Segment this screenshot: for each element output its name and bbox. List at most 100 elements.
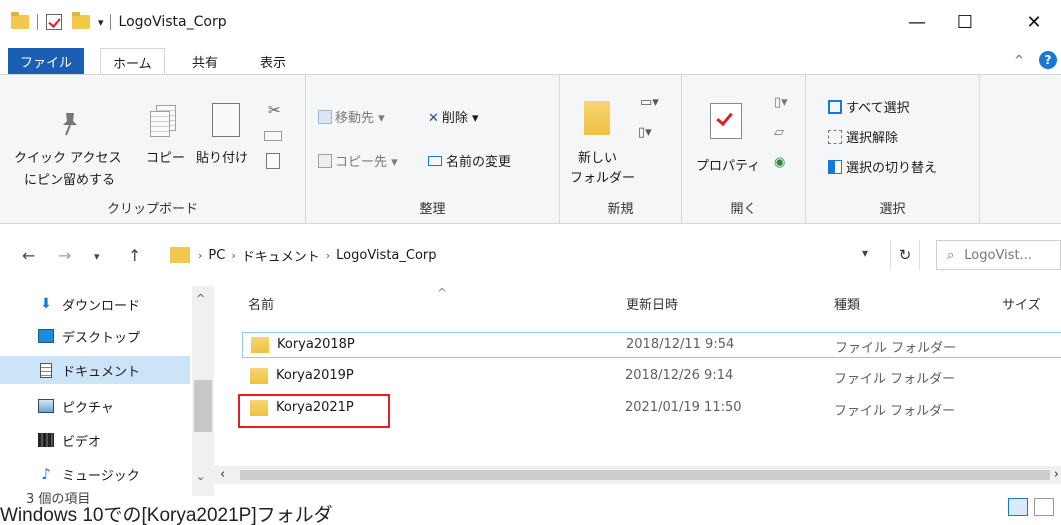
delete-button[interactable]: ✕ 削除 ▾ xyxy=(428,107,479,126)
move-to-button[interactable]: 移動先 ▾ xyxy=(318,107,385,126)
scroll-left-icon[interactable]: ‹ xyxy=(220,467,225,482)
pictures-icon xyxy=(38,399,54,413)
large-icons-view-icon[interactable] xyxy=(1034,498,1054,516)
sidebar-item-label: デスクトップ xyxy=(62,330,141,346)
copy-button[interactable]: コピー xyxy=(146,147,185,166)
move-to-icon xyxy=(318,110,332,124)
history-icon[interactable]: ◉ xyxy=(774,155,785,170)
copy-path-icon[interactable] xyxy=(264,131,282,141)
breadcrumb-logovista-corp[interactable]: LogoVista_Corp xyxy=(336,248,436,263)
horizontal-scrollbar[interactable]: ‹ › xyxy=(214,466,1061,484)
recent-locations-icon[interactable]: ▾ xyxy=(94,250,100,263)
maximize-button[interactable]: ☐ xyxy=(945,8,985,36)
copy-to-icon xyxy=(318,154,332,168)
scroll-up-icon[interactable]: ^ xyxy=(196,292,205,305)
cut-icon[interactable]: ✂ xyxy=(268,101,281,119)
table-row[interactable]: Korya2018P 2018/12/11 9:54 ファイル フォルダー xyxy=(242,332,1061,358)
breadcrumb-documents[interactable]: ドキュメント xyxy=(242,246,320,265)
sidebar-item-label: ドキュメント xyxy=(62,364,141,380)
details-view-icon[interactable] xyxy=(1008,498,1028,516)
edit-icon[interactable]: ▱ xyxy=(774,125,784,140)
videos-icon xyxy=(38,433,54,447)
refresh-icon[interactable]: ↻ xyxy=(890,240,920,270)
open-icon[interactable]: ▯▾ xyxy=(774,95,788,110)
clipboard-group-label: クリップボード xyxy=(106,202,198,217)
file-name: Korya2018P xyxy=(277,337,355,352)
desktop-icon xyxy=(38,329,54,343)
new-group-label: 新規 xyxy=(607,202,634,217)
up-arrow-icon[interactable]: ↑ xyxy=(128,246,141,265)
sidebar-item-label: ミュージック xyxy=(62,468,140,484)
sidebar-item-documents[interactable]: ドキュメント xyxy=(0,356,190,384)
figure-caption: Windows 10での[Korya2021P]フォルダ xyxy=(0,505,333,525)
tab-share[interactable]: 共有 xyxy=(180,48,230,74)
title-bar: ▾ LogoVista_Corp — ☐ ✕ xyxy=(0,0,1061,44)
collapse-ribbon-icon[interactable]: ^ xyxy=(1014,53,1024,67)
sidebar-scroll-thumb[interactable] xyxy=(194,380,212,432)
select-none-button[interactable]: 選択解除 xyxy=(828,127,898,146)
sidebar-item-label: ダウンロード xyxy=(62,298,141,314)
new-folder-label-1[interactable]: 新しい xyxy=(578,147,617,166)
column-header-type[interactable]: 種類 xyxy=(834,294,860,313)
new-group: ▭▾ ▯▾ 新しい フォルダー 新規 xyxy=(560,75,682,223)
paste-icon xyxy=(212,103,240,137)
close-button[interactable]: ✕ xyxy=(1014,8,1054,36)
pin-quick-access-label-2[interactable]: にピン留めする xyxy=(24,169,115,188)
ribbon-tabs: ファイル ホーム 共有 表示 ^ ? xyxy=(0,44,1061,75)
address-dropdown-icon[interactable]: ▾ xyxy=(862,246,868,260)
column-header-modified[interactable]: 更新日時 xyxy=(626,294,678,313)
ribbon: クイック アクセス にピン留めする コピー 貼り付け ✂ クリップボード 移動先… xyxy=(0,74,1061,224)
tab-file[interactable]: ファイル xyxy=(8,48,85,74)
crumb-separator[interactable]: › xyxy=(231,249,235,262)
minimize-button[interactable]: — xyxy=(897,8,937,36)
tab-view[interactable]: 表示 xyxy=(248,48,298,74)
column-header-size[interactable]: サイズ xyxy=(1002,294,1041,313)
back-arrow-icon[interactable]: ← xyxy=(22,246,35,265)
title-separator xyxy=(109,14,111,30)
quick-access-dropdown-icon[interactable]: ▾ xyxy=(98,16,104,29)
invert-selection-button[interactable]: 選択の切り替え xyxy=(828,157,937,176)
rename-button[interactable]: 名前の変更 xyxy=(428,151,511,170)
search-input[interactable]: ⌕ LogoVist... xyxy=(936,240,1061,270)
new-item-icon[interactable]: ▭▾ xyxy=(640,95,659,110)
paste-shortcut-icon[interactable] xyxy=(266,153,280,169)
file-modified: 2021/01/19 11:50 xyxy=(625,400,742,415)
tab-home[interactable]: ホーム xyxy=(100,48,165,75)
crumb-separator[interactable]: › xyxy=(198,249,202,262)
properties-button[interactable]: プロパティ xyxy=(696,155,760,174)
select-group: すべて選択 選択解除 選択の切り替え 選択 xyxy=(806,75,980,223)
select-group-label: 選択 xyxy=(879,202,906,217)
pin-icon xyxy=(63,113,77,136)
folder-icon[interactable] xyxy=(11,12,29,29)
scroll-right-icon[interactable]: › xyxy=(1054,467,1059,482)
sidebar-item-music[interactable]: ♪ ミュージック xyxy=(38,460,140,488)
column-header-name[interactable]: 名前 xyxy=(248,294,274,313)
breadcrumb-pc[interactable]: PC xyxy=(208,248,225,263)
sidebar-item-pictures[interactable]: ピクチャ xyxy=(38,392,114,420)
file-list: ^ 名前 更新日時 種類 サイズ Korya2018P 2018/12/11 9… xyxy=(214,286,1061,466)
file-type: ファイル フォルダー xyxy=(834,404,956,419)
copy-to-button[interactable]: コピー先 ▾ xyxy=(318,151,398,170)
new-folder-quick-icon[interactable] xyxy=(72,12,90,29)
crumb-separator[interactable]: › xyxy=(326,249,330,262)
sidebar-item-label: ビデオ xyxy=(62,434,102,450)
table-row[interactable]: Korya2019P 2018/12/26 9:14 ファイル フォルダー xyxy=(242,364,1061,390)
new-folder-label-2[interactable]: フォルダー xyxy=(570,167,635,186)
properties-check-icon[interactable] xyxy=(46,14,62,30)
sidebar-item-desktop[interactable]: デスクトップ xyxy=(38,322,140,350)
paste-button[interactable]: 貼り付け xyxy=(196,147,248,166)
sidebar-item-downloads[interactable]: ⬇ ダウンロード xyxy=(38,290,140,318)
forward-arrow-icon[interactable]: → xyxy=(58,246,71,265)
location-folder-icon xyxy=(170,247,190,263)
help-icon[interactable]: ? xyxy=(1039,51,1057,69)
sidebar-item-videos[interactable]: ビデオ xyxy=(38,426,101,454)
horizontal-scroll-thumb[interactable] xyxy=(240,470,1050,480)
select-all-button[interactable]: すべて選択 xyxy=(828,97,910,116)
rename-icon xyxy=(428,156,442,166)
organize-group: 移動先 ▾ ✕ 削除 ▾ コピー先 ▾ 名前の変更 整理 xyxy=(306,75,560,223)
easy-access-icon[interactable]: ▯▾ xyxy=(638,125,652,140)
file-modified: 2018/12/26 9:14 xyxy=(625,368,734,383)
address-box[interactable]: › PC › ドキュメント › LogoVista_Corp xyxy=(166,240,842,270)
scroll-down-icon[interactable]: ⌄ xyxy=(196,470,205,483)
pin-quick-access-label-1[interactable]: クイック アクセス xyxy=(14,147,121,166)
